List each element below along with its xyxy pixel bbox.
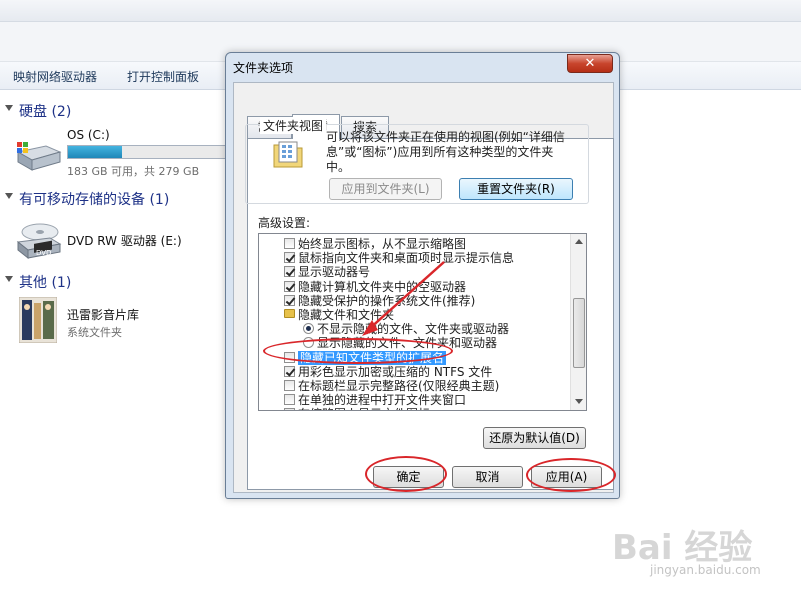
annotation-arrow-icon <box>362 261 445 336</box>
